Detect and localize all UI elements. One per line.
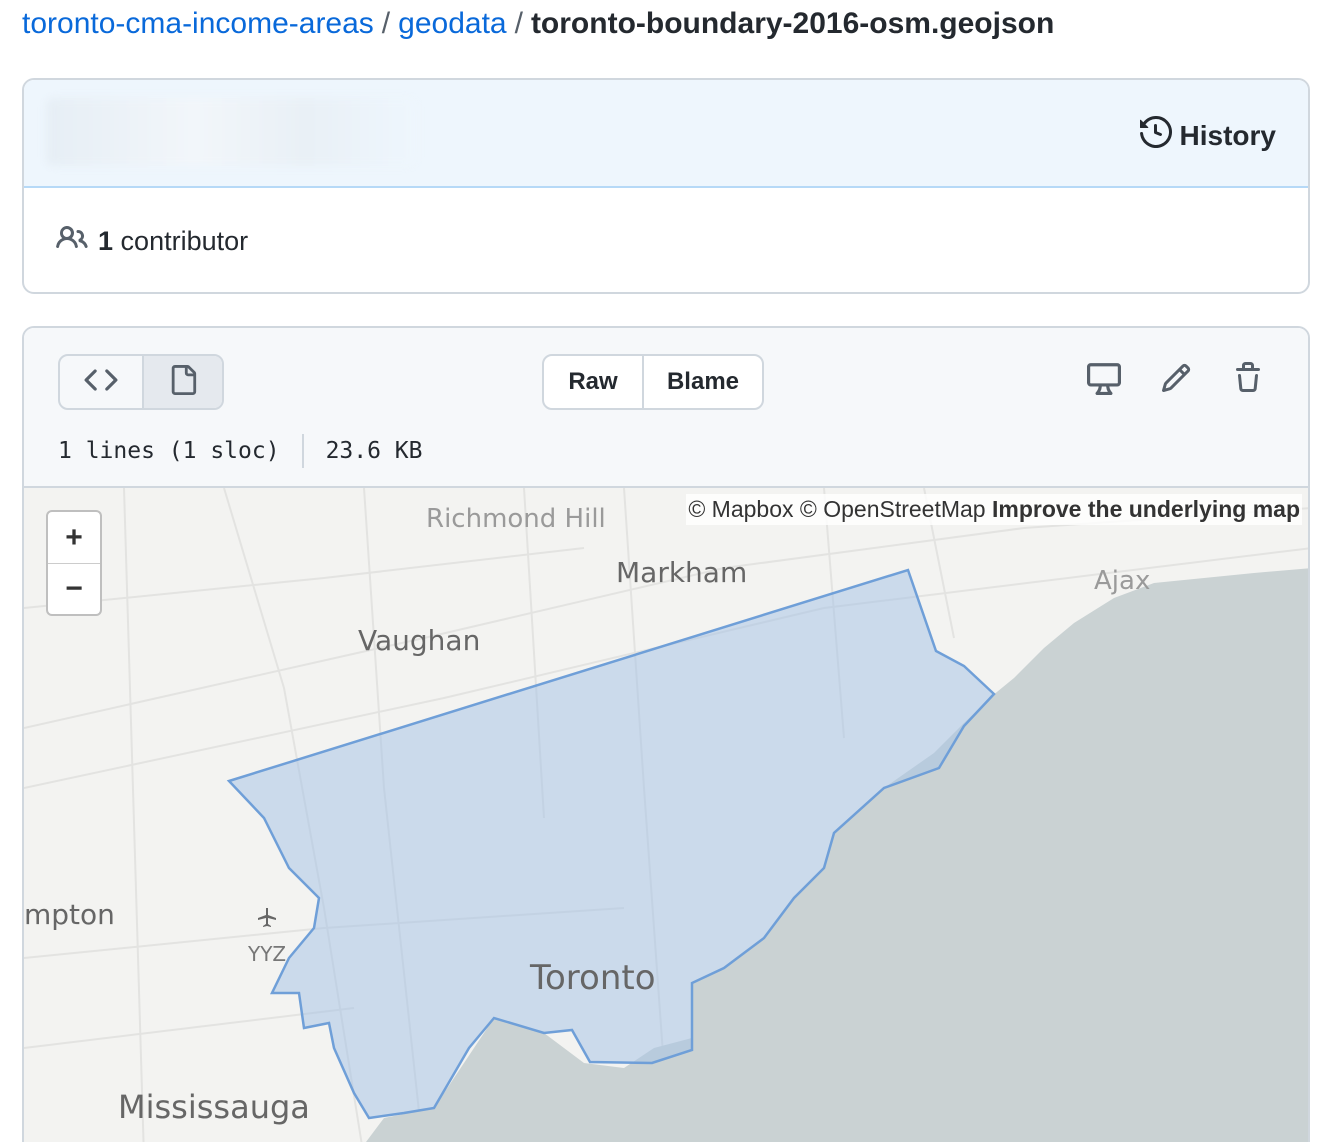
code-icon	[84, 363, 118, 402]
line-count: 1 lines (1 sloc)	[58, 438, 280, 464]
people-icon	[56, 222, 88, 261]
raw-blame-group: Raw Blame	[542, 354, 764, 410]
breadcrumb-folder-link[interactable]: geodata	[398, 7, 506, 40]
zoom-in-button[interactable]: +	[48, 512, 100, 563]
breadcrumb: toronto-cma-income-areas / geodata / toronto…	[22, 4, 1054, 44]
place-label-toronto: Toronto	[530, 958, 656, 998]
place-label-mississauga: Mississauga	[118, 1088, 310, 1126]
blurred-commit-info	[46, 98, 416, 166]
view-mode-toggle	[58, 354, 224, 410]
file-viewer: Raw Blame 1 lines (1 sloc) 23.6 KB + − ©…	[22, 326, 1310, 1142]
rendered-view-button[interactable]	[142, 356, 222, 408]
osm-attribution-link[interactable]: © OpenStreetMap	[800, 496, 986, 522]
contributors-row[interactable]: 1 contributor	[24, 188, 1308, 292]
file-info: 1 lines (1 sloc) 23.6 KB	[58, 434, 423, 468]
geojson-map[interactable]: + − © Mapbox © OpenStreetMap Improve the…	[24, 488, 1308, 1142]
contributor-label: contributor	[120, 225, 249, 256]
zoom-controls: + −	[46, 510, 102, 616]
file-actions	[1086, 360, 1266, 396]
improve-map-link[interactable]: Improve the underlying map	[992, 496, 1300, 522]
pencil-icon[interactable]	[1158, 360, 1194, 396]
source-view-button[interactable]	[60, 356, 142, 408]
place-label-richmond-hill: Richmond Hill	[426, 504, 606, 534]
breadcrumb-separator: /	[381, 7, 391, 40]
desktop-icon[interactable]	[1086, 360, 1122, 396]
file-info-divider	[301, 434, 304, 468]
zoom-out-button[interactable]: −	[48, 563, 100, 614]
file-toolbar: Raw Blame 1 lines (1 sloc) 23.6 KB	[24, 328, 1308, 488]
blame-button[interactable]: Blame	[642, 356, 762, 408]
history-button[interactable]: History	[1139, 115, 1276, 155]
place-label-yyz: YYZ	[248, 942, 287, 966]
trash-icon[interactable]	[1230, 360, 1266, 396]
contributor-count: 1	[98, 225, 114, 256]
file-icon	[168, 364, 198, 400]
breadcrumb-separator: /	[514, 7, 523, 40]
history-icon	[1139, 115, 1172, 155]
latest-commit-box: History 1 contributor	[22, 78, 1310, 294]
history-label: History	[1179, 119, 1276, 151]
file-size: 23.6 KB	[325, 438, 423, 464]
place-label-ajax: Ajax	[1094, 566, 1151, 596]
map-attribution: © Mapbox © OpenStreetMap Improve the und…	[686, 494, 1302, 525]
place-label-markham: Markham	[616, 556, 748, 589]
mapbox-attribution-link[interactable]: © Mapbox	[688, 496, 793, 522]
raw-button[interactable]: Raw	[544, 356, 642, 408]
breadcrumb-current-file: toronto-boundary-2016-osm.geojson	[530, 7, 1055, 40]
place-label-brampton: mpton	[24, 898, 115, 931]
place-label-vaughan: Vaughan	[358, 624, 481, 657]
commit-header: History	[24, 80, 1308, 188]
breadcrumb-repo-link[interactable]: toronto-cma-income-areas	[22, 7, 374, 40]
airport-icon	[258, 908, 276, 927]
